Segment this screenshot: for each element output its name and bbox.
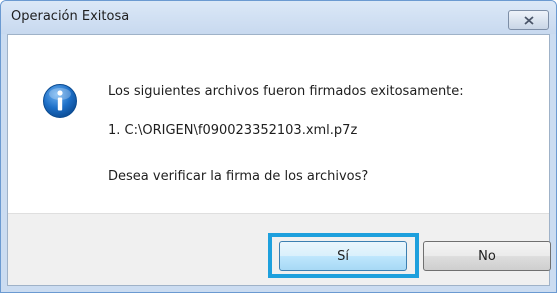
close-icon [524, 16, 534, 25]
yes-button[interactable]: Sí [279, 241, 407, 271]
dialog-body: Los siguientes archivos fueron firmados … [7, 34, 551, 286]
dialog-title: Operación Exitosa [11, 9, 130, 24]
message-text: Los siguientes archivos fueron firmados … [108, 84, 464, 99]
title-bar[interactable]: Operación Exitosa [1, 1, 556, 34]
button-bar: Sí No [8, 213, 551, 285]
information-icon [43, 84, 77, 118]
message-dialog: Operación Exitosa Los siguientes archivo… [0, 0, 557, 293]
no-button[interactable]: No [423, 241, 551, 271]
question-text: Desea verificar la firma de los archivos… [108, 169, 369, 184]
message-area: Los siguientes archivos fueron firmados … [8, 35, 549, 213]
close-button[interactable] [508, 10, 549, 30]
file-path-text: 1. C:\ORIGEN\f090023352103.xml.p7z [108, 123, 358, 138]
